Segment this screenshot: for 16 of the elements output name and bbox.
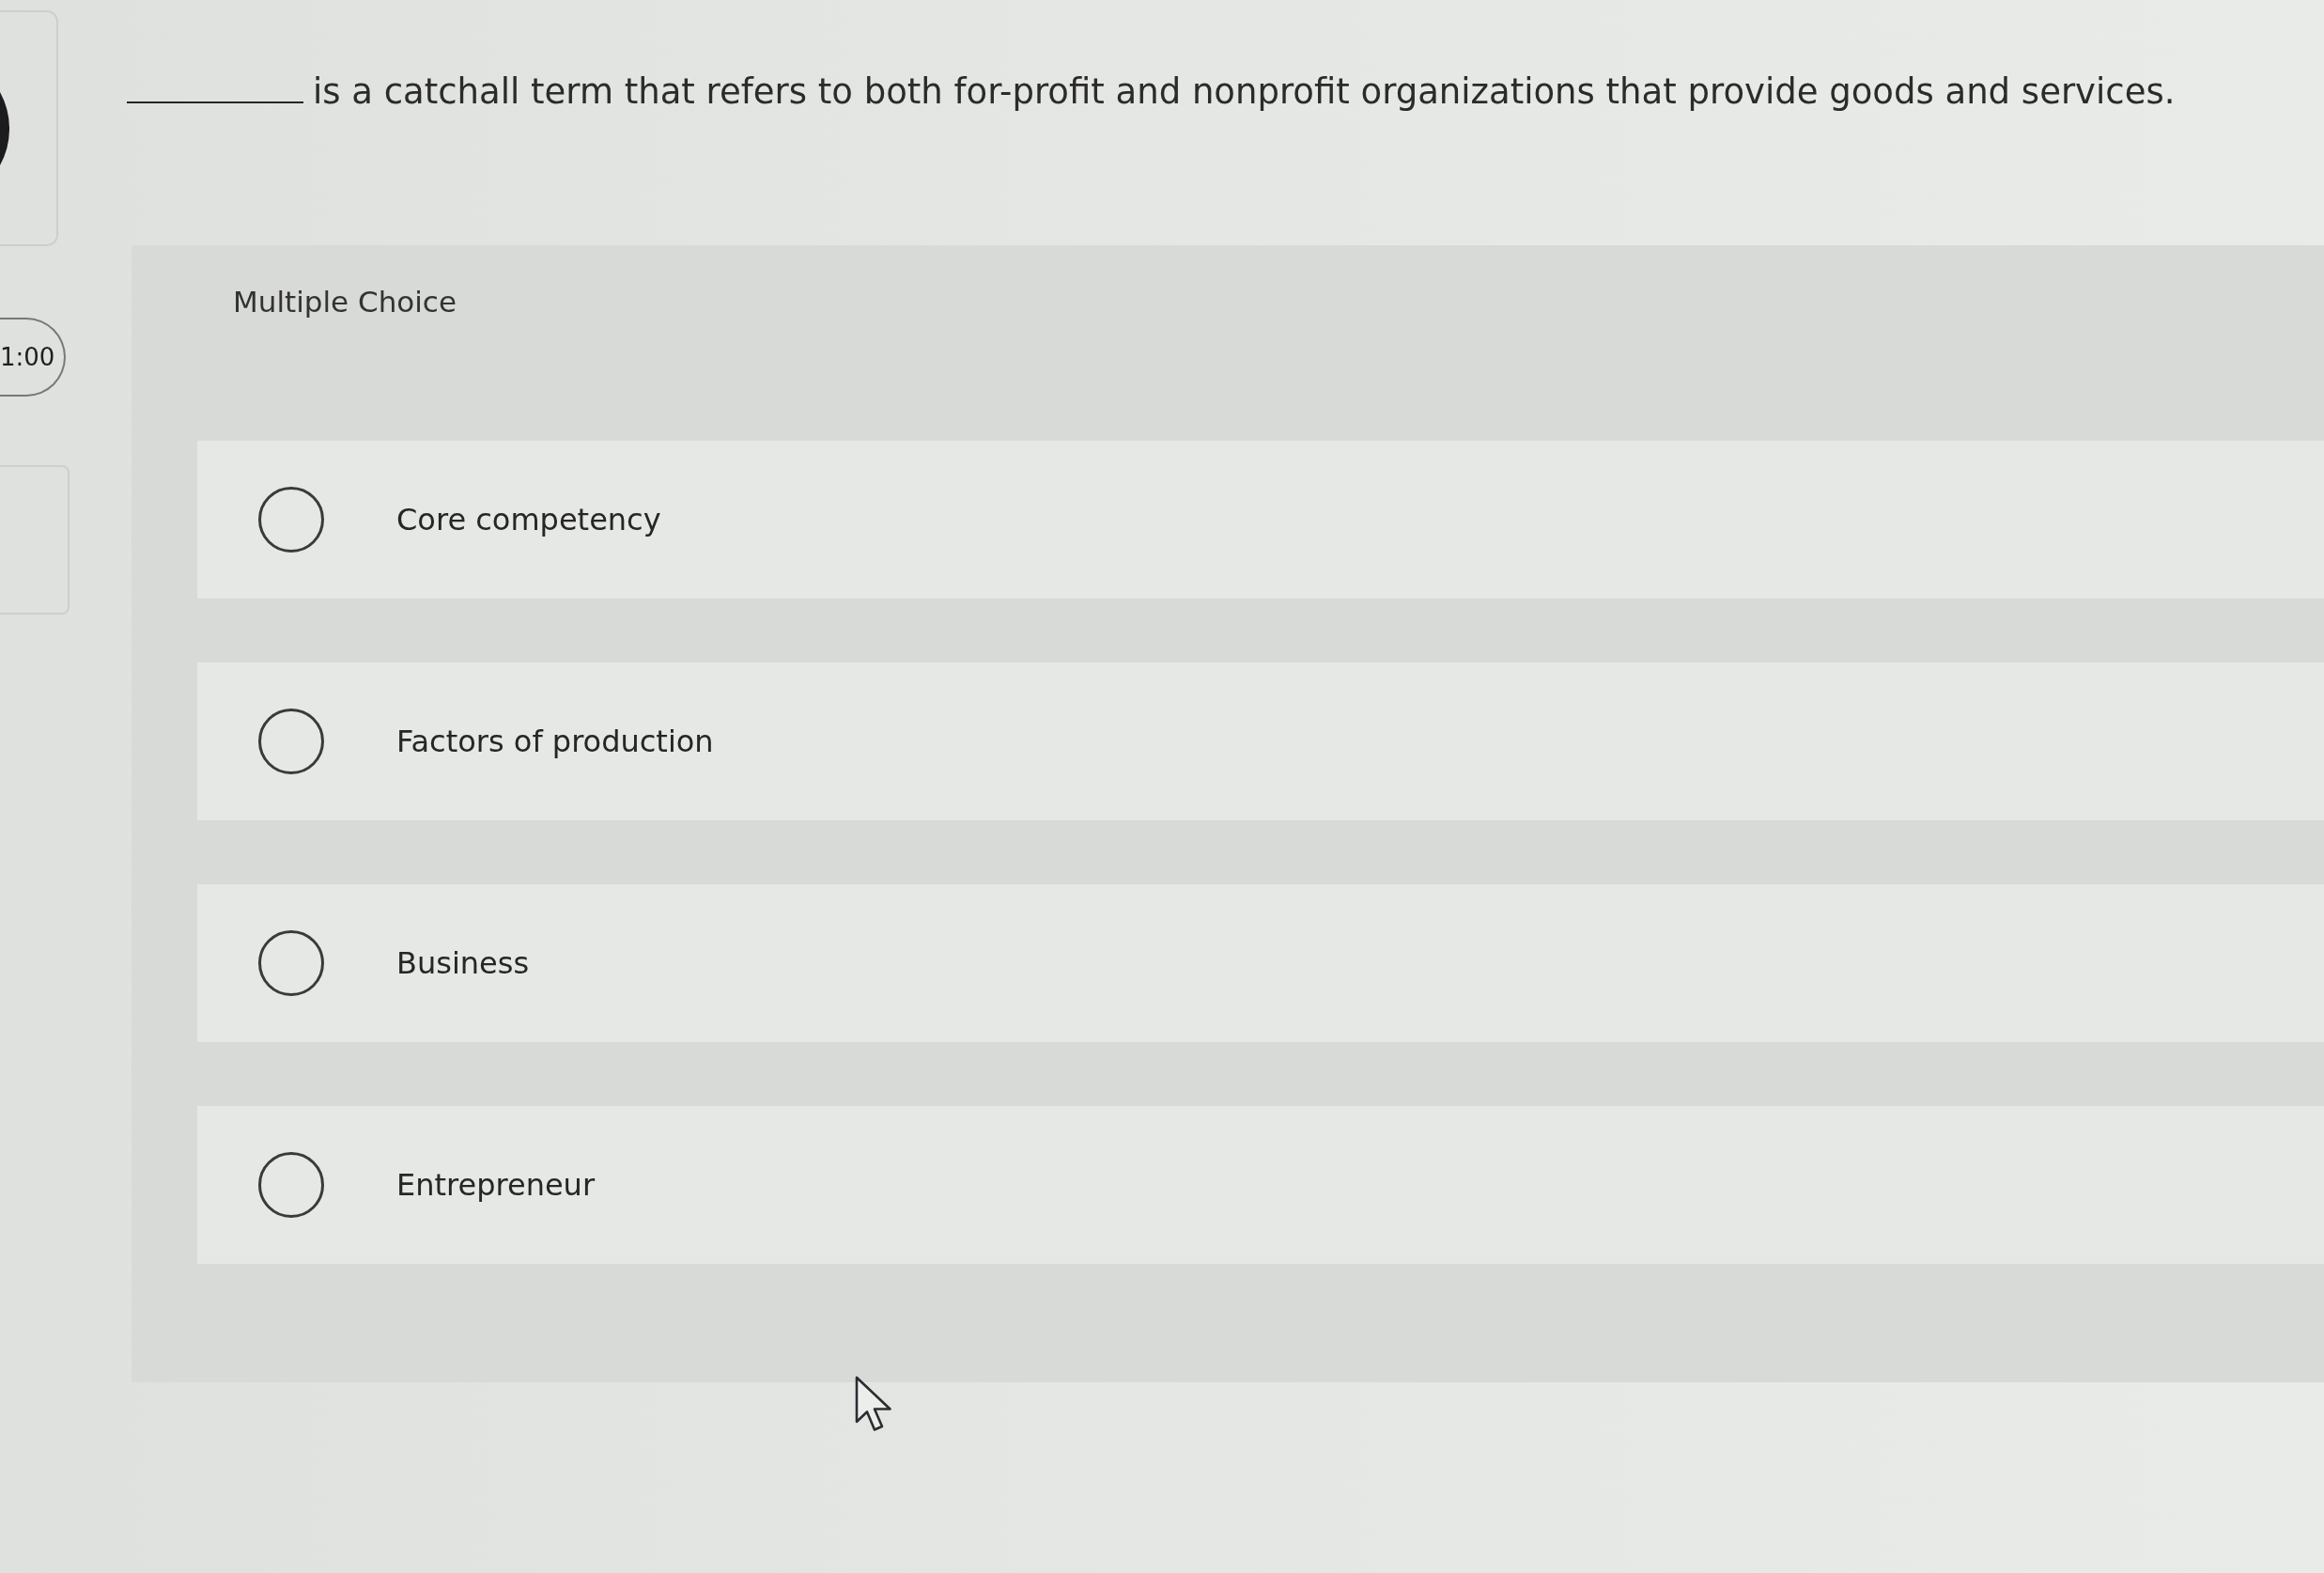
answer-option[interactable]: Entrepreneur	[197, 1106, 2324, 1264]
question-type-label: Multiple Choice	[233, 285, 457, 319]
option-label: Business	[396, 945, 530, 981]
timer: 1:00	[0, 318, 66, 397]
radio-button[interactable]	[258, 487, 324, 553]
answer-option[interactable]: Business	[197, 884, 2324, 1042]
cursor-icon	[855, 1376, 892, 1432]
radio-button[interactable]	[258, 930, 324, 996]
answer-option[interactable]: Factors of production	[197, 662, 2324, 820]
question-text: is a catchall term that refers to both for-profit and nonprofit organizations that provide goods and services.	[313, 71, 2176, 112]
option-label: Factors of production	[396, 724, 714, 759]
radio-button[interactable]	[258, 1152, 324, 1218]
option-label: Core competency	[396, 502, 661, 537]
radio-button[interactable]	[258, 709, 324, 774]
answer-option[interactable]: Core competency	[197, 441, 2324, 599]
option-label: Entrepreneur	[396, 1167, 596, 1203]
